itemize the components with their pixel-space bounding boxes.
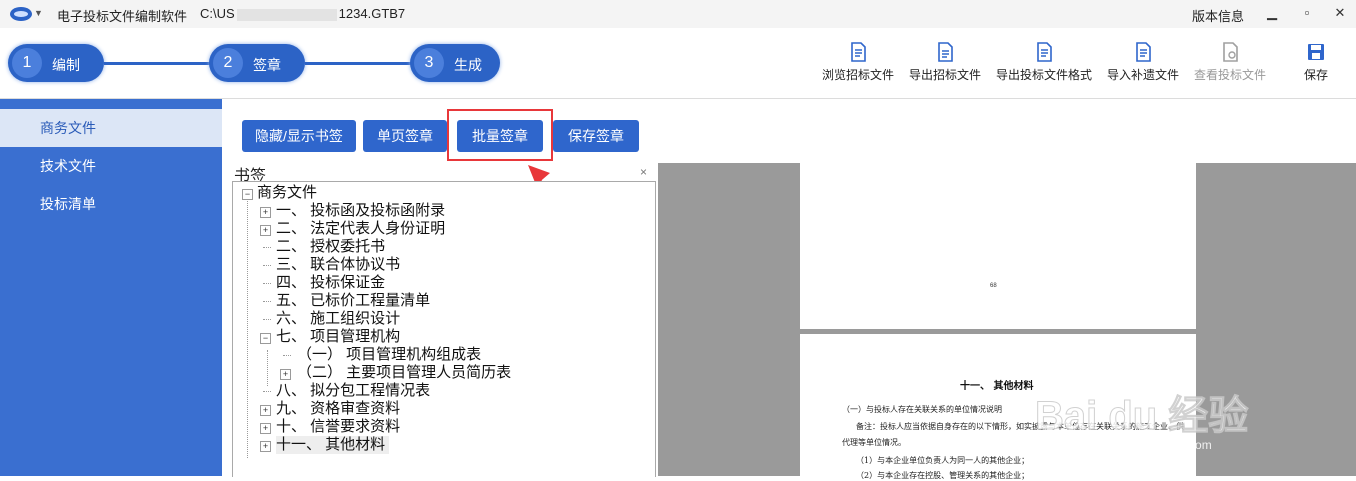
app-logo-icon[interactable] [8,5,34,23]
document-view-icon [851,42,866,62]
step-edit[interactable]: 1 编制 [8,44,104,82]
tree-guide [263,391,271,392]
tree-item[interactable]: （一） 项目管理机构组成表 [297,346,481,364]
tree-item[interactable]: 九、 资格审查资料 [276,400,400,418]
tree-item-selected[interactable]: 十一、 其他材料 [276,436,390,454]
tree-guide [263,319,271,320]
expand-icon[interactable]: + [260,405,271,416]
tree-guide [263,283,271,284]
sidebar-item-technical[interactable]: 技术文件 [0,147,222,185]
save-icon [1308,44,1324,60]
step-sign[interactable]: 2 签章 [209,44,305,82]
close-icon[interactable]: ✕ [1330,3,1350,23]
tree-item[interactable]: 十、 信誉要求资料 [276,418,400,436]
save-sign-button[interactable]: 保存签章 [553,120,639,152]
tree-item[interactable]: 二、 授权委托书 [276,238,385,256]
tree-item[interactable]: 六、 施工组织设计 [276,310,400,328]
step-label: 签章 [253,57,281,73]
page-text-line: 代理等单位情况。 [842,438,906,447]
export-tender-file-button[interactable]: 导出招标文件 [907,42,983,83]
tree-item[interactable]: 七、 项目管理机构 [276,328,400,346]
version-info-button[interactable]: 版本信息 [1192,6,1244,25]
save-button[interactable]: 保存 [1300,42,1332,83]
sidebar-item-business[interactable]: 商务文件 [0,109,222,147]
collapse-icon[interactable]: − [242,189,253,200]
document-search-icon [1223,42,1238,62]
tree-item[interactable]: 八、 拟分包工程情况表 [276,382,430,400]
page-number: 68 [990,283,997,289]
toolbar: 1 编制 2 签章 3 生成 浏览招标文件 导出招标文件 导出投标文件格式 导入… [0,28,1356,99]
expand-icon[interactable]: + [260,207,271,218]
step-connector [305,62,411,65]
collapse-icon[interactable]: − [260,333,271,344]
watermark-sub: jingyan.baidu.com [1114,438,1212,452]
tool-label: 导出招标文件 [908,68,981,82]
step-generate[interactable]: 3 生成 [410,44,500,82]
expand-icon[interactable]: + [280,369,291,380]
app-menu-caret-icon[interactable]: ▼ [34,8,43,18]
step-number: 2 [213,48,243,78]
tree-item[interactable]: 三、 联合体协议书 [276,256,400,274]
tree-item[interactable]: （二） 主要项目管理人员简历表 [297,364,511,382]
tool-label: 查看投标文件 [1193,68,1266,82]
app-name: 电子投标文件编制软件 [57,9,188,24]
step-number: 1 [12,48,42,78]
watermark-text: Bai du 经验 [1035,394,1248,438]
tree-guide [267,350,268,386]
tree-guide [283,355,291,356]
expand-icon[interactable]: + [260,225,271,236]
minimize-icon[interactable]: ▁ [1262,3,1282,23]
maximize-icon[interactable]: ▫ [1297,3,1317,23]
tool-label: 导出投标文件格式 [995,68,1092,82]
tree-item[interactable]: 四、 投标保证金 [276,274,385,292]
toggle-bookmark-button[interactable]: 隐藏/显示书签 [242,120,356,152]
page-text-line: （一）与投标人存在关联关系的单位情况说明 [842,405,1002,414]
step-label: 生成 [454,57,482,73]
tree-guide [247,196,248,458]
step-label: 编制 [52,57,80,73]
expand-icon[interactable]: + [260,441,271,452]
sidebar-item-bid-list[interactable]: 投标清单 [0,185,222,223]
preview-page: 68 [800,163,1196,329]
tree-item[interactable]: 一、 投标函及投标函附录 [276,202,445,220]
bookmark-close-icon[interactable]: × [640,165,647,179]
browse-tender-file-button[interactable]: 浏览招标文件 [820,42,896,83]
tree-guide [263,247,271,248]
tree-guide [263,265,271,266]
tree-root[interactable]: 商务文件 [257,184,317,202]
document-import-icon [1136,42,1151,62]
tool-label: 浏览招标文件 [821,68,894,82]
tree-item[interactable]: 二、 法定代表人身份证明 [276,220,445,238]
title-bar: ▼ 电子投标文件编制软件 C:\US 1234.GTB7 版本信息 ▁ ▫ ✕ [0,0,1356,28]
import-addendum-button[interactable]: 导入补遗文件 [1105,42,1181,83]
sidebar: 商务文件 技术文件 投标清单 [0,99,222,476]
tree-guide [263,301,271,302]
file-path: C:\US 1234.GTB7 [200,6,406,21]
single-page-sign-button[interactable]: 单页签章 [363,120,447,152]
view-bid-file-button[interactable]: 查看投标文件 [1192,42,1268,83]
step-connector [104,62,210,65]
tool-label: 导入补遗文件 [1106,68,1179,82]
export-bid-format-button[interactable]: 导出投标文件格式 [994,42,1094,83]
tool-label: 保存 [1303,68,1328,82]
document-export-icon [938,42,953,62]
baidu-watermark: Bai du 经验 jingyan.baidu.com [1035,362,1249,452]
document-export-format-icon [1037,42,1052,62]
highlight-box [447,109,553,161]
page-text-line: （1）与本企业单位负责人为同一人的其他企业； [856,456,1030,465]
tree-item[interactable]: 五、 已标价工程量清单 [276,292,430,310]
expand-icon[interactable]: + [260,423,271,434]
bookmark-tree: − 商务文件 + 一、 投标函及投标函附录 + 二、 法定代表人身份证明 二、 … [232,181,656,477]
step-number: 3 [414,48,444,78]
